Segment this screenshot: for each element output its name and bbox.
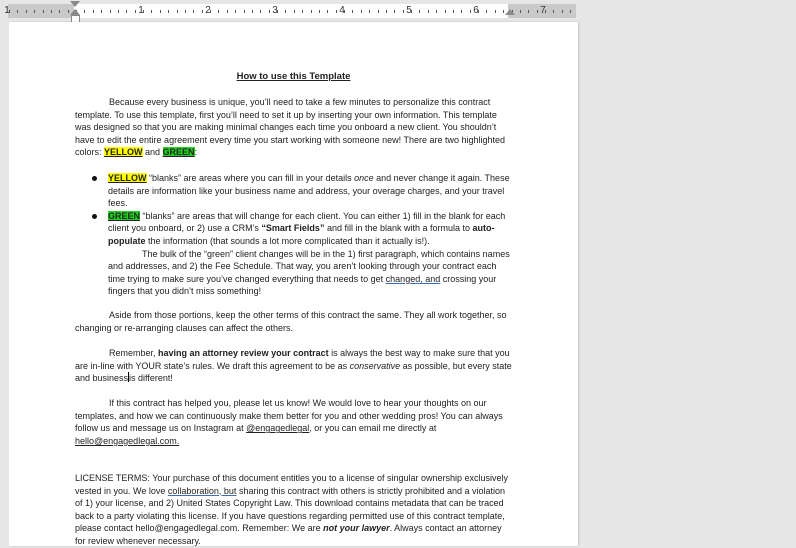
ruler-number: 3 [272,5,278,16]
ruler-tick [126,10,128,13]
ruler-tick [411,10,412,13]
ruler-tick [17,10,19,13]
list-item: YELLOW “blanks” are areas where you can … [75,172,512,210]
paragraph-intro: Because every business is unique, you’ll… [75,97,506,158]
ruler-tick [402,10,404,13]
ruler-tick [519,10,521,13]
ruler-tick [25,10,27,13]
ruler-tick [503,10,505,13]
ruler-tick [159,10,161,13]
ruler-tick [59,10,61,13]
ruler-tick [210,10,211,13]
ruler-tick [268,10,270,13]
paragraph-aside: Aside from those portions, keep the othe… [75,310,507,333]
horizontal-ruler[interactable]: 1 1 2 3 4 5 6 7 [0,0,796,23]
ruler-number: 7 [540,5,546,16]
ruler-number: 1 [4,5,10,16]
ruler-tick [360,10,362,13]
ruler-tick [461,10,463,13]
ruler-tick [452,10,454,13]
ruler-tick [243,10,245,13]
ruler-tick [335,10,337,13]
ruler-tick [67,10,69,13]
ruler-tick [444,10,446,13]
email-link[interactable]: hello@engagedlegal.com. [75,436,179,446]
document-title: How to use this Template [236,71,351,82]
ruler-tick [218,10,220,13]
ruler-tick [34,10,36,13]
ruler-tick [369,10,371,13]
ruler-tick [134,10,136,13]
green-highlight: GREEN [162,147,195,158]
ruler-tick [536,10,538,13]
ruler-number: 1 [138,5,144,16]
ruler-tick [545,10,546,13]
ruler-tick [561,10,563,13]
ruler-tick [352,10,354,13]
ruler-tick [117,10,119,13]
right-indent-marker[interactable] [505,9,515,15]
paragraph-license: LICENSE TERMS: Your purchase of this doc… [75,473,509,546]
ruler-tick [385,10,387,13]
yellow-highlight: YELLOW [104,147,143,158]
ruler-number: 6 [473,5,479,16]
ruler-tick [42,10,44,13]
ruler-tick [251,10,253,13]
ruler-tick [151,10,153,13]
ruler-track: 1 1 2 3 4 5 6 7 [4,4,576,18]
ruler-tick [553,10,555,13]
ruler-tick [478,10,479,13]
ruler-tick [109,10,111,13]
ruler-number: 2 [205,5,211,16]
ruler-tick [377,10,379,13]
ruler-tick [469,10,471,13]
instagram-handle-link[interactable]: @engagedlegal [246,423,309,433]
ruler-tick [9,10,10,13]
ruler-tick [50,10,52,13]
bullet-icon [92,213,97,219]
document-page[interactable]: How to use this Template Because every b… [9,22,578,546]
ruler-tick [436,10,438,13]
ruler-tick [176,10,178,13]
ruler-number: 5 [406,5,412,16]
ruler-tick [260,10,262,13]
ruler-tick [92,10,94,13]
bullet-list: YELLOW “blanks” are areas where you can … [75,172,512,298]
ruler-tick [494,10,496,13]
list-continuation: The bulk of the “green” client changes w… [108,248,510,297]
ruler-tick [427,10,429,13]
ruler-tick [285,10,287,13]
ruler-tick [201,10,203,13]
paragraph-feedback: If this contract has helped you, please … [75,398,503,446]
ruler-tick [327,10,329,13]
ruler-tick [394,10,396,13]
ruler-tick [528,10,530,13]
ruler-tick [235,10,237,13]
ruler-tick [277,10,278,13]
ruler-tick [226,10,228,13]
ruler-tick [84,10,86,13]
ruler-tick [302,10,304,13]
ruler-tick [143,10,144,13]
ruler-number: 4 [339,5,345,16]
paragraph-remember: Remember, having an attorney review your… [75,348,512,384]
ruler-tick [193,10,195,13]
ruler-tick [168,10,170,13]
ruler-tick [184,10,186,13]
ruler-tick [310,10,312,13]
ruler-tick [419,10,421,13]
ruler-tick [293,10,295,13]
ruler-tick [486,10,488,13]
ruler-tick [101,10,103,13]
ruler-tick [318,10,320,13]
ruler-tick [570,10,572,13]
bullet-icon [92,176,97,181]
list-item: GREEN “blanks” are areas that will chang… [75,210,512,248]
first-line-indent-marker[interactable] [70,1,80,7]
ruler-tick [344,10,345,13]
